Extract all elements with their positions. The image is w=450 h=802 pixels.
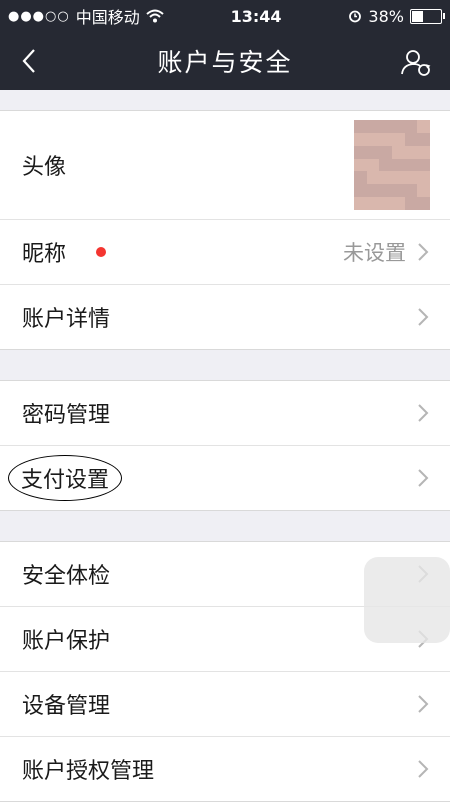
avatar-pixel xyxy=(366,197,380,210)
status-left: ●●●○○ 中国移动 xyxy=(8,4,164,28)
avatar-pixel xyxy=(366,171,380,185)
avatar-pixel xyxy=(354,184,367,198)
red-dot-badge xyxy=(96,247,107,257)
avatar-pixel xyxy=(392,120,405,133)
back-button[interactable] xyxy=(14,46,44,76)
avatar-pixel xyxy=(379,120,392,133)
avatar-pixel xyxy=(404,158,418,172)
avatar-pixel xyxy=(366,145,380,159)
avatar-pixel xyxy=(404,120,418,133)
account-details-label: 账户详情 xyxy=(22,307,111,332)
assistive-touch-button[interactable] xyxy=(364,557,450,643)
avatar-pixel xyxy=(366,158,380,172)
avatar-pixel xyxy=(404,145,418,159)
avatar-pixel xyxy=(354,145,367,159)
battery-icon xyxy=(409,8,445,24)
page-title: 账户与安全 xyxy=(157,48,293,77)
avatar-pixel xyxy=(404,184,418,198)
nickname-row[interactable]: 昵称 未设置 xyxy=(0,219,450,284)
avatar-pixel xyxy=(392,197,405,210)
avatar-pixel xyxy=(392,184,405,198)
avatar-pixel xyxy=(354,158,367,172)
nickname-label: 昵称 xyxy=(22,242,67,267)
screen: ●●●○○ 中国移动 13:44 38% 账户与安全 头像 昵称 未设置 账户详… xyxy=(0,0,450,802)
avatar-pixel xyxy=(417,158,430,172)
avatar-pixel xyxy=(379,197,392,210)
chevron-right-icon xyxy=(418,404,429,422)
avatar-pixel xyxy=(354,171,367,185)
nickname-label-wrap: 昵称 xyxy=(22,236,107,268)
password-payment-group: 密码管理 支付设置 xyxy=(0,380,450,511)
chevron-right-icon xyxy=(418,760,429,778)
avatar-pixel xyxy=(379,145,392,159)
avatar-pixel xyxy=(392,171,405,185)
battery-fill xyxy=(411,10,424,22)
account-authorization-row[interactable]: 账户授权管理 xyxy=(0,736,450,801)
avatar-pixel xyxy=(366,120,380,133)
account-details-row[interactable]: 账户详情 xyxy=(0,284,450,349)
avatar-pixel xyxy=(354,120,367,133)
avatar-pixel xyxy=(417,145,430,159)
carrier-text: 中国移动 xyxy=(75,8,140,27)
avatar-pixel xyxy=(379,171,392,185)
top-bar: ●●●○○ 中国移动 13:44 38% 账户与安全 xyxy=(0,0,450,90)
avatar[interactable] xyxy=(354,120,430,210)
account-protection-label: 账户保护 xyxy=(22,629,111,654)
avatar-pixel xyxy=(417,171,430,185)
device-management-label: 设备管理 xyxy=(22,694,111,719)
signal-icon: ●●●○○ xyxy=(8,8,70,24)
nickname-value-wrap: 未设置 xyxy=(343,237,430,267)
avatar-pixel xyxy=(366,132,380,146)
status-bar: ●●●○○ 中国移动 13:44 38% xyxy=(0,0,450,32)
chevron-left-icon xyxy=(22,49,35,73)
password-management-label: 密码管理 xyxy=(22,403,111,428)
security-check-label: 安全体检 xyxy=(22,564,111,589)
avatar-pixel xyxy=(417,184,430,198)
chevron-right-icon xyxy=(418,469,429,487)
avatar-pixel xyxy=(417,197,430,210)
avatar-row[interactable]: 头像 xyxy=(0,111,450,219)
avatar-pixel xyxy=(392,145,405,159)
wifi-icon xyxy=(146,9,164,23)
avatar-pixel xyxy=(379,158,392,172)
avatar-pixel xyxy=(417,120,430,133)
user-switch-icon[interactable] xyxy=(400,46,432,78)
status-right: 38% xyxy=(348,6,445,26)
clock-text: 13:44 xyxy=(230,6,282,26)
avatar-pixel xyxy=(392,132,405,146)
device-management-row[interactable]: 设备管理 xyxy=(0,671,450,736)
battery-text: 38% xyxy=(368,6,404,26)
avatar-pixel xyxy=(404,132,418,146)
avatar-pixel xyxy=(417,132,430,146)
nickname-value: 未设置 xyxy=(343,241,406,265)
payment-settings-label: 支付设置 xyxy=(8,455,123,501)
avatar-pixel xyxy=(379,184,392,198)
chevron-right-icon xyxy=(418,308,429,326)
alarm-icon xyxy=(349,10,362,23)
chevron-right-icon xyxy=(418,695,429,713)
chevron-right-icon xyxy=(418,243,429,261)
password-management-row[interactable]: 密码管理 xyxy=(0,381,450,445)
avatar-pixel xyxy=(354,132,367,146)
profile-group: 头像 昵称 未设置 账户详情 xyxy=(0,110,450,350)
avatar-pixel xyxy=(379,132,392,146)
payment-settings-row[interactable]: 支付设置 xyxy=(0,445,450,510)
avatar-pixel xyxy=(354,197,367,210)
avatar-pixel xyxy=(366,184,380,198)
avatar-pixel xyxy=(392,158,405,172)
account-authorization-label: 账户授权管理 xyxy=(22,759,155,784)
avatar-pixel xyxy=(404,171,418,185)
avatar-label: 头像 xyxy=(22,155,67,180)
nav-bar: 账户与安全 xyxy=(0,32,450,90)
avatar-pixel xyxy=(404,197,418,210)
